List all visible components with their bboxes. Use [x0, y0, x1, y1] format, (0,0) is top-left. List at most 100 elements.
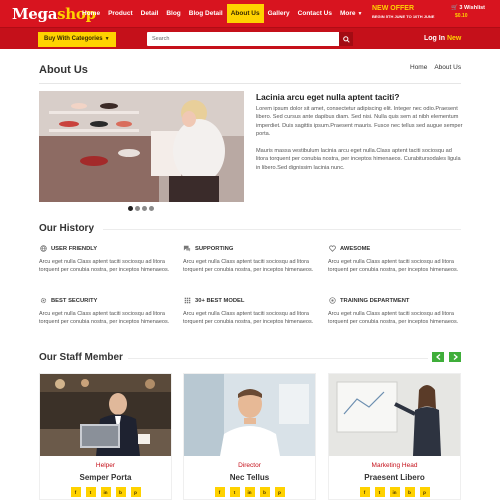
twitter-icon[interactable]: t: [85, 487, 96, 497]
staff-card[interactable]: Director Nec Tellus f t in b p: [183, 373, 316, 500]
staff-card[interactable]: Marketing Head Praesent Libero f t in b …: [328, 373, 461, 500]
breadcrumb: Home About Us: [410, 64, 461, 71]
behance-icon[interactable]: b: [259, 487, 270, 497]
search-input[interactable]: [147, 32, 340, 46]
behance-icon[interactable]: b: [404, 487, 415, 497]
history-item-title: 30+ BEST MODEL: [195, 297, 245, 304]
divider: [103, 229, 461, 230]
staff-card[interactable]: Helper Semper Porta f t in b p: [39, 373, 172, 500]
history-item-text: Arcu eget nulla Class aptent taciti soci…: [328, 259, 459, 274]
linkedin-icon[interactable]: in: [389, 487, 400, 497]
twitter-icon[interactable]: t: [374, 487, 385, 497]
linkedin-icon[interactable]: in: [244, 487, 255, 497]
chat-icon: [183, 245, 191, 253]
staff-role: Marketing Head: [371, 462, 418, 469]
nav-more-label: More: [339, 10, 356, 17]
slider-dot[interactable]: [142, 206, 147, 211]
slider-dots: [128, 206, 154, 211]
about-slider-image[interactable]: [39, 91, 244, 202]
history-item-title: SUPPORTING: [195, 245, 234, 252]
search-box: [147, 32, 353, 46]
page-title: About Us: [39, 64, 88, 76]
offer-title: NEW OFFER: [372, 5, 414, 12]
sub-header: Buy With Categories▼ Log In New: [0, 27, 500, 49]
nav-detail[interactable]: Detail: [137, 4, 163, 23]
nav-contact-us[interactable]: Contact Us: [294, 4, 336, 23]
pinterest-icon[interactable]: p: [419, 487, 430, 497]
history-item: TRAINING DEPARTMENT Arcu eget nulla Clas…: [328, 296, 463, 327]
history-item: AWESOME Arcu eget nulla Class aptent tac…: [328, 244, 463, 275]
categories-label: Buy With Categories: [44, 36, 103, 42]
history-item-text: Arcu eget nulla Class aptent taciti soci…: [328, 311, 459, 326]
chevron-left-icon: [435, 354, 440, 360]
chevron-right-icon: [453, 354, 458, 360]
staff-name: Praesent Libero: [364, 473, 425, 482]
nav-gallery[interactable]: Gallery: [264, 4, 294, 23]
linkedin-icon[interactable]: in: [100, 487, 111, 497]
about-heading: Lacinia arcu eget nulla aptent taciti?: [256, 92, 400, 102]
nav-blog[interactable]: Blog: [162, 4, 184, 23]
staff-next-button[interactable]: [449, 352, 461, 362]
gear-icon: [39, 297, 47, 305]
wishlist-price: $0.10: [455, 13, 468, 19]
breadcrumb-current: About Us: [434, 64, 462, 71]
history-item: USER FRIENDLY Arcu eget nulla Class apte…: [39, 244, 174, 275]
facebook-icon[interactable]: f: [70, 487, 81, 497]
history-item-title: TRAINING DEPARTMENT: [340, 297, 410, 304]
history-title: Our History: [39, 223, 95, 234]
nav-product[interactable]: Product: [104, 4, 137, 23]
pinterest-icon[interactable]: p: [130, 487, 141, 497]
new-label: New: [446, 35, 462, 42]
nav-home[interactable]: Home: [78, 4, 104, 23]
pinterest-icon[interactable]: p: [274, 487, 285, 497]
wishlist[interactable]: 🛒 3 Wishlist $0.10: [451, 5, 485, 19]
history-item: 30+ BEST MODEL Arcu eget nulla Class apt…: [183, 296, 318, 327]
about-paragraph-1: Lorem ipsum dolor sit amet, consectetur …: [256, 106, 463, 137]
history-item-title: BEST SECURITY: [51, 297, 98, 304]
history-item-text: Arcu eget nulla Class aptent taciti soci…: [183, 311, 314, 326]
slider-dot[interactable]: [128, 206, 133, 211]
slider-dot[interactable]: [149, 206, 154, 211]
social-links: f t in b p: [329, 487, 460, 497]
main-nav: Home Product Detail Blog Blog Detail Abo…: [78, 4, 366, 23]
social-links: f t in b p: [40, 487, 171, 497]
nav-more[interactable]: More ▼: [336, 4, 366, 23]
login-label: Log In: [424, 35, 445, 42]
breadcrumb-home[interactable]: Home: [410, 64, 427, 71]
history-item-title: AWESOME: [340, 245, 371, 252]
history-item: SUPPORTING Arcu eget nulla Class aptent …: [183, 244, 318, 275]
heart-icon: [328, 245, 336, 253]
staff-title: Our Staff Member: [39, 352, 123, 363]
history-item-text: Arcu eget nulla Class aptent taciti soci…: [183, 259, 314, 274]
globe-icon: [39, 245, 47, 253]
search-button[interactable]: [339, 32, 353, 46]
logo-main: Mega: [12, 5, 58, 23]
target-icon: [328, 297, 336, 305]
staff-role: Director: [238, 462, 261, 469]
nav-blog-detail[interactable]: Blog Detail: [185, 4, 227, 23]
history-item-text: Arcu eget nulla Class aptent taciti soci…: [39, 259, 170, 274]
slider-dot[interactable]: [135, 206, 140, 211]
facebook-icon[interactable]: f: [214, 487, 225, 497]
staff-photo: [184, 374, 315, 456]
staff-role: Helper: [95, 462, 116, 469]
wishlist-label: 3 Wishlist: [459, 5, 486, 11]
categories-button[interactable]: Buy With Categories ▼: [38, 32, 116, 47]
facebook-icon[interactable]: f: [359, 487, 370, 497]
cart-icon: 🛒: [451, 5, 458, 11]
behance-icon[interactable]: b: [115, 487, 126, 497]
twitter-icon[interactable]: t: [229, 487, 240, 497]
offer-banner[interactable]: NEW OFFER BEGIN 5TH JUNE TO 10TH JUNE: [372, 5, 434, 19]
search-icon: [342, 35, 350, 43]
login-link[interactable]: Log In New: [424, 35, 461, 42]
staff-prev-button[interactable]: [432, 352, 444, 362]
nav-about-us[interactable]: About Us: [226, 4, 264, 23]
offer-subtitle: BEGIN 5TH JUNE TO 10TH JUNE: [372, 14, 435, 19]
grid-icon: [183, 297, 191, 305]
history-item-text: Arcu eget nulla Class aptent taciti soci…: [39, 311, 170, 326]
top-header: Megashop Home Product Detail Blog Blog D…: [0, 0, 500, 27]
social-links: f t in b p: [184, 487, 315, 497]
history-item-title: USER FRIENDLY: [51, 245, 98, 252]
chevron-down-icon: ▼: [357, 11, 363, 17]
history-item: BEST SECURITY Arcu eget nulla Class apte…: [39, 296, 174, 327]
